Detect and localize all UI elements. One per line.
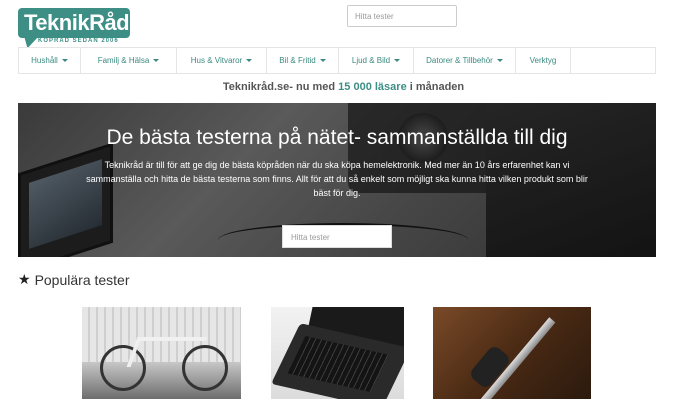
hero-search-input[interactable]: Hitta tester bbox=[282, 225, 392, 248]
hero-banner: De bästa testerna på nätet- sammanställd… bbox=[18, 103, 656, 257]
main-nav: Hushåll Familj & Hälsa Hus & Vitvaror Bi… bbox=[18, 47, 656, 74]
chevron-down-icon bbox=[153, 59, 160, 62]
nav-item-bil-fritid[interactable]: Bil & Fritid bbox=[267, 48, 339, 73]
logo-subtitle: KÖPRÅD SEDAN 2006 bbox=[38, 38, 119, 44]
nav-item-verktyg[interactable]: Verktyg bbox=[516, 48, 571, 73]
hero-title: De bästa testerna på nätet- sammanställd… bbox=[106, 126, 568, 149]
chevron-down-icon bbox=[394, 59, 401, 62]
popular-section-title: ★ Populära tester bbox=[18, 271, 130, 288]
nav-item-familj-halsa[interactable]: Familj & Hälsa bbox=[81, 48, 177, 73]
site-logo[interactable]: TeknikRåd KÖPRÅD SEDAN 2006 bbox=[18, 8, 130, 51]
chevron-down-icon bbox=[496, 59, 503, 62]
header-search-input[interactable]: Hitta tester bbox=[347, 5, 457, 27]
popular-item-vacuum[interactable] bbox=[433, 307, 591, 399]
nav-item-hushall[interactable]: Hushåll bbox=[19, 48, 81, 73]
header: TeknikRåd KÖPRÅD SEDAN 2006 Hitta tester bbox=[0, 0, 687, 51]
chevron-down-icon bbox=[61, 59, 68, 62]
popular-item-laptop[interactable] bbox=[271, 307, 404, 399]
tagline: Teknikråd.se- nu med 15 000 läsare i mån… bbox=[222, 81, 465, 93]
nav-item-ljud-bild[interactable]: Ljud & Bild bbox=[339, 48, 414, 73]
nav-item-datorer-tillbehor[interactable]: Datorer & Tillbehör bbox=[414, 48, 516, 73]
chevron-down-icon bbox=[319, 59, 326, 62]
star-icon: ★ bbox=[18, 271, 31, 287]
nav-item-hus-vitvaror[interactable]: Hus & Vitvaror bbox=[177, 48, 267, 73]
reader-count: 15 000 läsare bbox=[338, 81, 407, 93]
hero-description: Teknikråd är till för att ge dig de bäst… bbox=[86, 160, 588, 198]
chevron-down-icon bbox=[246, 59, 253, 62]
popular-item-bike[interactable] bbox=[82, 307, 241, 399]
logo-text: TeknikRåd bbox=[24, 10, 130, 35]
